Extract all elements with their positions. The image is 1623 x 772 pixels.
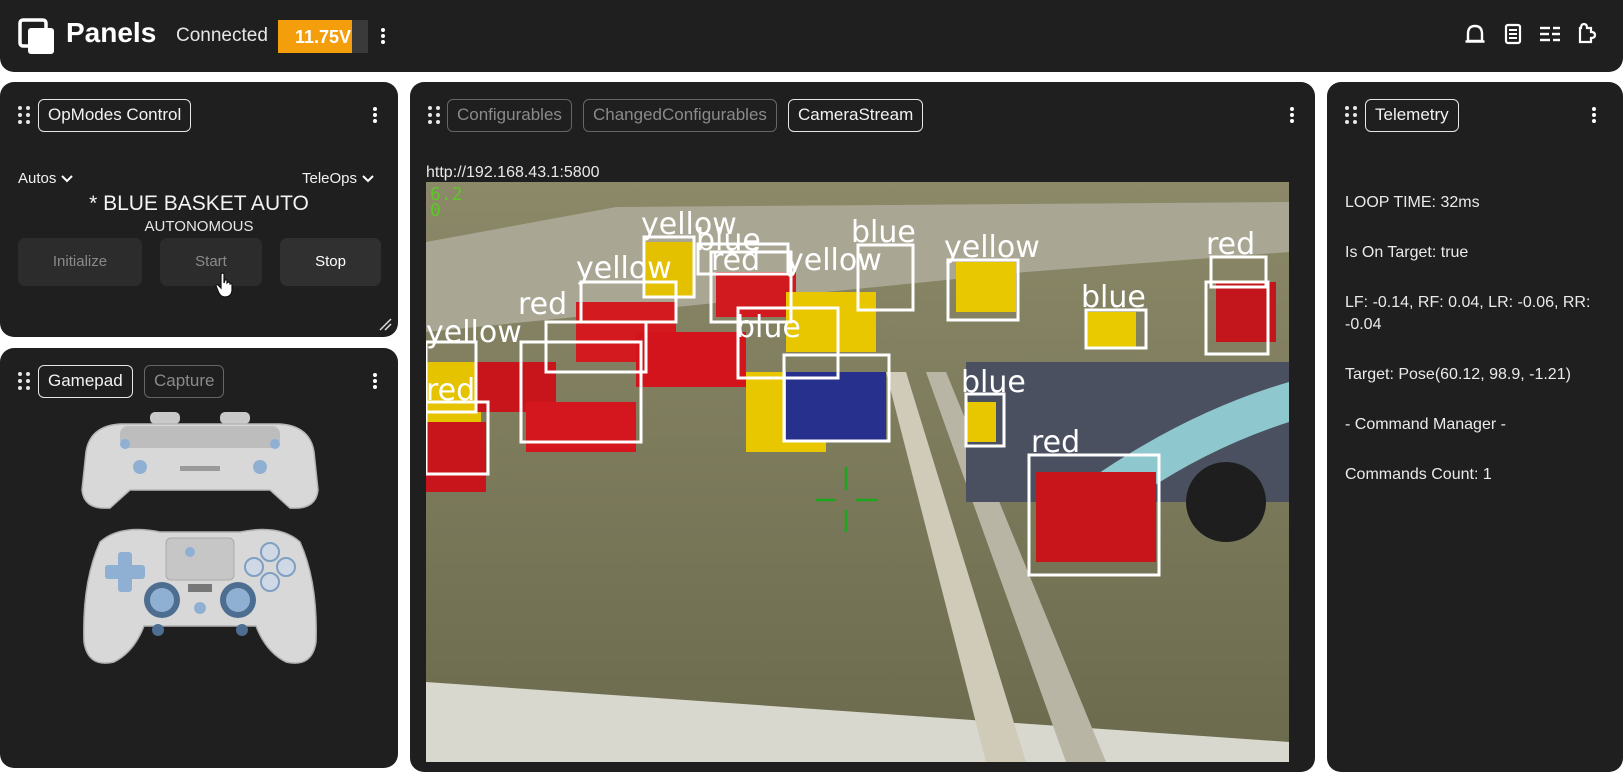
detection-label: red bbox=[518, 287, 567, 322]
tab-telemetry[interactable]: Telemetry bbox=[1365, 99, 1459, 132]
drag-handle-icon[interactable] bbox=[18, 372, 30, 390]
detection-label: red bbox=[426, 373, 475, 408]
camera-scene: yellow blue red yellow blue yellow yello… bbox=[426, 182, 1289, 762]
panel-menu-icon[interactable] bbox=[367, 370, 383, 392]
panel-menu-icon[interactable] bbox=[367, 104, 383, 126]
drag-handle-icon[interactable] bbox=[428, 106, 440, 124]
telemetry-lines: LOOP TIME: 32ms Is On Target: true LF: -… bbox=[1345, 192, 1607, 514]
detection-label: yellow bbox=[944, 230, 1040, 265]
tab-opmodes-control[interactable]: OpModes Control bbox=[38, 99, 192, 132]
teleops-dropdown[interactable]: TeleOps bbox=[302, 170, 375, 187]
detection-label: red bbox=[1206, 227, 1255, 262]
battery-voltage: 11.75V bbox=[294, 27, 352, 47]
tab-capture[interactable]: Capture bbox=[144, 365, 225, 398]
telemetry-line: LOOP TIME: 32ms bbox=[1345, 194, 1480, 211]
detection-label: blue bbox=[1081, 280, 1146, 315]
document-icon[interactable] bbox=[1501, 22, 1525, 46]
detection-label: blue bbox=[736, 310, 801, 345]
count-overlay: 0 bbox=[430, 200, 441, 221]
telemetry-line: LF: -0.14, RF: 0.04, LR: -0.06, RR: -0.0… bbox=[1345, 294, 1591, 333]
stream-url: http://192.168.43.1:5800 bbox=[426, 164, 600, 181]
detection-label: yellow bbox=[426, 315, 522, 350]
drag-handle-icon[interactable] bbox=[1345, 106, 1357, 124]
resize-handle-icon[interactable] bbox=[376, 315, 392, 331]
top-bar: Panels Connected 11.75V bbox=[0, 0, 1623, 72]
panel-menu-icon[interactable] bbox=[1284, 104, 1300, 126]
initialize-button[interactable]: Initialize bbox=[18, 238, 142, 286]
selected-opmode: * BLUE BASKET AUTO bbox=[89, 192, 309, 215]
detection-label: yellow bbox=[786, 243, 882, 278]
app-name: Panels bbox=[66, 17, 157, 48]
detection-label: blue bbox=[961, 365, 1026, 400]
detection-label: yellow bbox=[576, 251, 672, 286]
drag-handle-icon[interactable] bbox=[18, 106, 30, 124]
telemetry-line: - Command Manager - bbox=[1345, 416, 1506, 433]
tab-configurables[interactable]: Configurables bbox=[447, 99, 572, 132]
plugin-icon[interactable] bbox=[1576, 22, 1600, 46]
panels-logo-icon bbox=[18, 18, 54, 54]
chevron-down-icon bbox=[362, 175, 374, 183]
opmodes-panel: OpModes Control Autos TeleOps * BLUE BAS… bbox=[0, 82, 398, 337]
autos-dropdown[interactable]: Autos bbox=[18, 170, 74, 187]
tab-gamepad[interactable]: Gamepad bbox=[38, 365, 133, 398]
teleops-label: TeleOps bbox=[302, 170, 358, 187]
tab-camera-stream[interactable]: CameraStream bbox=[788, 99, 924, 132]
gamepad-front-view bbox=[83, 528, 317, 664]
telemetry-panel: Telemetry LOOP TIME: 32ms Is On Target: … bbox=[1327, 82, 1623, 772]
camera-feed: yellow blue red yellow blue yellow yello… bbox=[426, 182, 1289, 762]
gamepad-panel: Gamepad Capture bbox=[0, 348, 398, 768]
notification-bell-icon[interactable] bbox=[1463, 22, 1487, 46]
tab-changed-configurables[interactable]: ChangedConfigurables bbox=[583, 99, 777, 132]
connection-status: Connected bbox=[176, 25, 268, 46]
detection-label: red bbox=[711, 243, 760, 278]
telemetry-line: Target: Pose(60.12, 98.9, -1.21) bbox=[1345, 366, 1571, 383]
list-settings-icon[interactable] bbox=[1538, 22, 1562, 46]
gamepad-top-view bbox=[81, 412, 319, 509]
start-button[interactable]: Start bbox=[160, 238, 262, 286]
telemetry-line: Commands Count: 1 bbox=[1345, 466, 1492, 483]
battery-indicator: 11.75V bbox=[278, 20, 368, 53]
camera-panel: Configurables ChangedConfigurables Camer… bbox=[410, 82, 1315, 772]
menu-kebab-icon[interactable] bbox=[375, 25, 391, 47]
panel-menu-icon[interactable] bbox=[1586, 104, 1602, 126]
autos-label: Autos bbox=[18, 170, 57, 187]
chevron-down-icon bbox=[61, 175, 74, 183]
opmode-type: AUTONOMOUS bbox=[144, 218, 254, 235]
detection-label: red bbox=[1031, 425, 1080, 460]
hand-cursor-icon bbox=[215, 272, 233, 298]
stop-button[interactable]: Stop bbox=[280, 238, 381, 286]
telemetry-line: Is On Target: true bbox=[1345, 244, 1469, 261]
